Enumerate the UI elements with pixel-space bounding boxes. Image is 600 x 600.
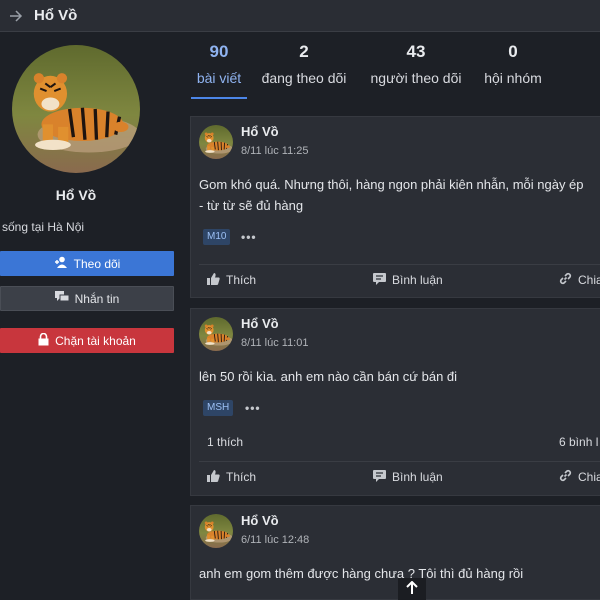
more-options-icon[interactable]: ••• [241,230,257,244]
block-button[interactable]: Chặn tài khoản [0,328,174,353]
post-text: anh em gom thêm được hàng chưa ? Tôi thì… [199,566,524,581]
block-label: Chặn tài khoản [55,333,136,348]
active-tab-indicator [191,97,247,99]
comment-button[interactable]: Bình luận [373,462,443,492]
stat-value: 0 [508,42,518,61]
post-author[interactable]: Hổ Vồ [241,316,279,331]
share-button[interactable]: Chia [559,265,600,295]
thumbs-up-icon [207,469,220,485]
post-time[interactable]: 8/11 lúc 11:01 [241,337,308,349]
lock-icon [38,332,49,349]
comment-icon [373,469,386,485]
post-author[interactable]: Hổ Vồ [241,124,279,139]
stat-label: bài viết [196,70,242,86]
post-actions: Thích Bình luận Chia [191,265,600,295]
stat-value: 90 [209,42,229,61]
stat-groups[interactable]: 0 hội nhóm [481,42,545,86]
link-icon [559,272,572,288]
post-actions: Thích Bình luận Chia [191,462,600,492]
post-time[interactable]: 8/11 lúc 11:25 [241,145,308,157]
more-options-icon[interactable]: ••• [245,401,261,415]
arrow-up-icon [406,580,418,598]
user-plus-icon [54,256,68,271]
share-label: Chia [578,273,600,287]
top-bar: Hổ Vồ [0,0,600,32]
share-label: Chia [578,470,600,484]
like-label: Thích [226,470,257,484]
scroll-to-top-button[interactable] [398,578,426,600]
message-label: Nhắn tin [74,291,120,306]
stat-followers[interactable]: 43 người theo dõi [366,42,466,86]
stat-posts[interactable]: 90 bài viết [191,42,247,86]
like-count[interactable]: 1 thích [207,435,243,449]
stat-label: hội nhóm [484,70,542,86]
profile-name: Hổ Vồ [55,187,97,203]
post-time[interactable]: 6/11 lúc 12:48 [241,534,309,546]
stat-label: đang theo dõi [261,70,347,86]
share-button[interactable]: Chia [559,462,600,492]
stat-value: 2 [299,42,309,61]
avatar[interactable] [12,45,140,173]
like-button[interactable]: Thích [207,265,256,295]
comment-button[interactable]: Bình luận [373,265,443,295]
avatar[interactable] [199,514,233,548]
page-title: Hổ Vồ [34,7,78,24]
stat-label: người theo dõi [370,70,462,86]
avatar[interactable] [199,125,233,159]
post-author[interactable]: Hổ Vồ [241,513,279,528]
comment-icon [373,272,386,288]
post-card: Hổ Vồ 6/11 lúc 12:48 anh em gom thêm đượ… [190,505,600,600]
arrow-right-icon[interactable] [2,0,30,32]
post-card: Hổ Vồ 8/11 lúc 11:25 Gom khó quá. Nhưng … [190,116,600,298]
comment-count[interactable]: 6 bình l [559,435,598,449]
post-text: lên 50 rồi kìa. anh em nào cần bán cứ bá… [199,369,458,384]
post-text: - từ từ sẽ đủ hàng [199,198,304,213]
stat-value: 43 [406,42,426,61]
link-icon [559,469,572,485]
avatar[interactable] [199,317,233,351]
post-card: Hổ Vồ 8/11 lúc 11:01 lên 50 rồi kìa. anh… [190,308,600,496]
stock-tag[interactable]: M10 [203,229,231,245]
profile-sidebar: Hổ Vồ sống tại Hà Nội Theo dõi Nhắn tin … [0,33,180,600]
stat-following[interactable]: 2 đang theo dõi [256,42,352,86]
follow-button[interactable]: Theo dõi [0,251,174,276]
like-button[interactable]: Thích [207,462,256,492]
post-text: Gom khó quá. Nhưng thôi, hàng ngon phải … [199,177,584,192]
chat-icon [54,291,70,306]
profile-location: sống tại Hà Nội [2,220,85,234]
follow-label: Theo dõi [73,256,121,271]
thumbs-up-icon [207,272,220,288]
comment-label: Bình luận [392,470,443,484]
stock-tag[interactable]: MSH [203,400,234,416]
like-label: Thích [226,273,257,287]
comment-label: Bình luận [392,273,443,287]
message-button[interactable]: Nhắn tin [0,286,174,311]
